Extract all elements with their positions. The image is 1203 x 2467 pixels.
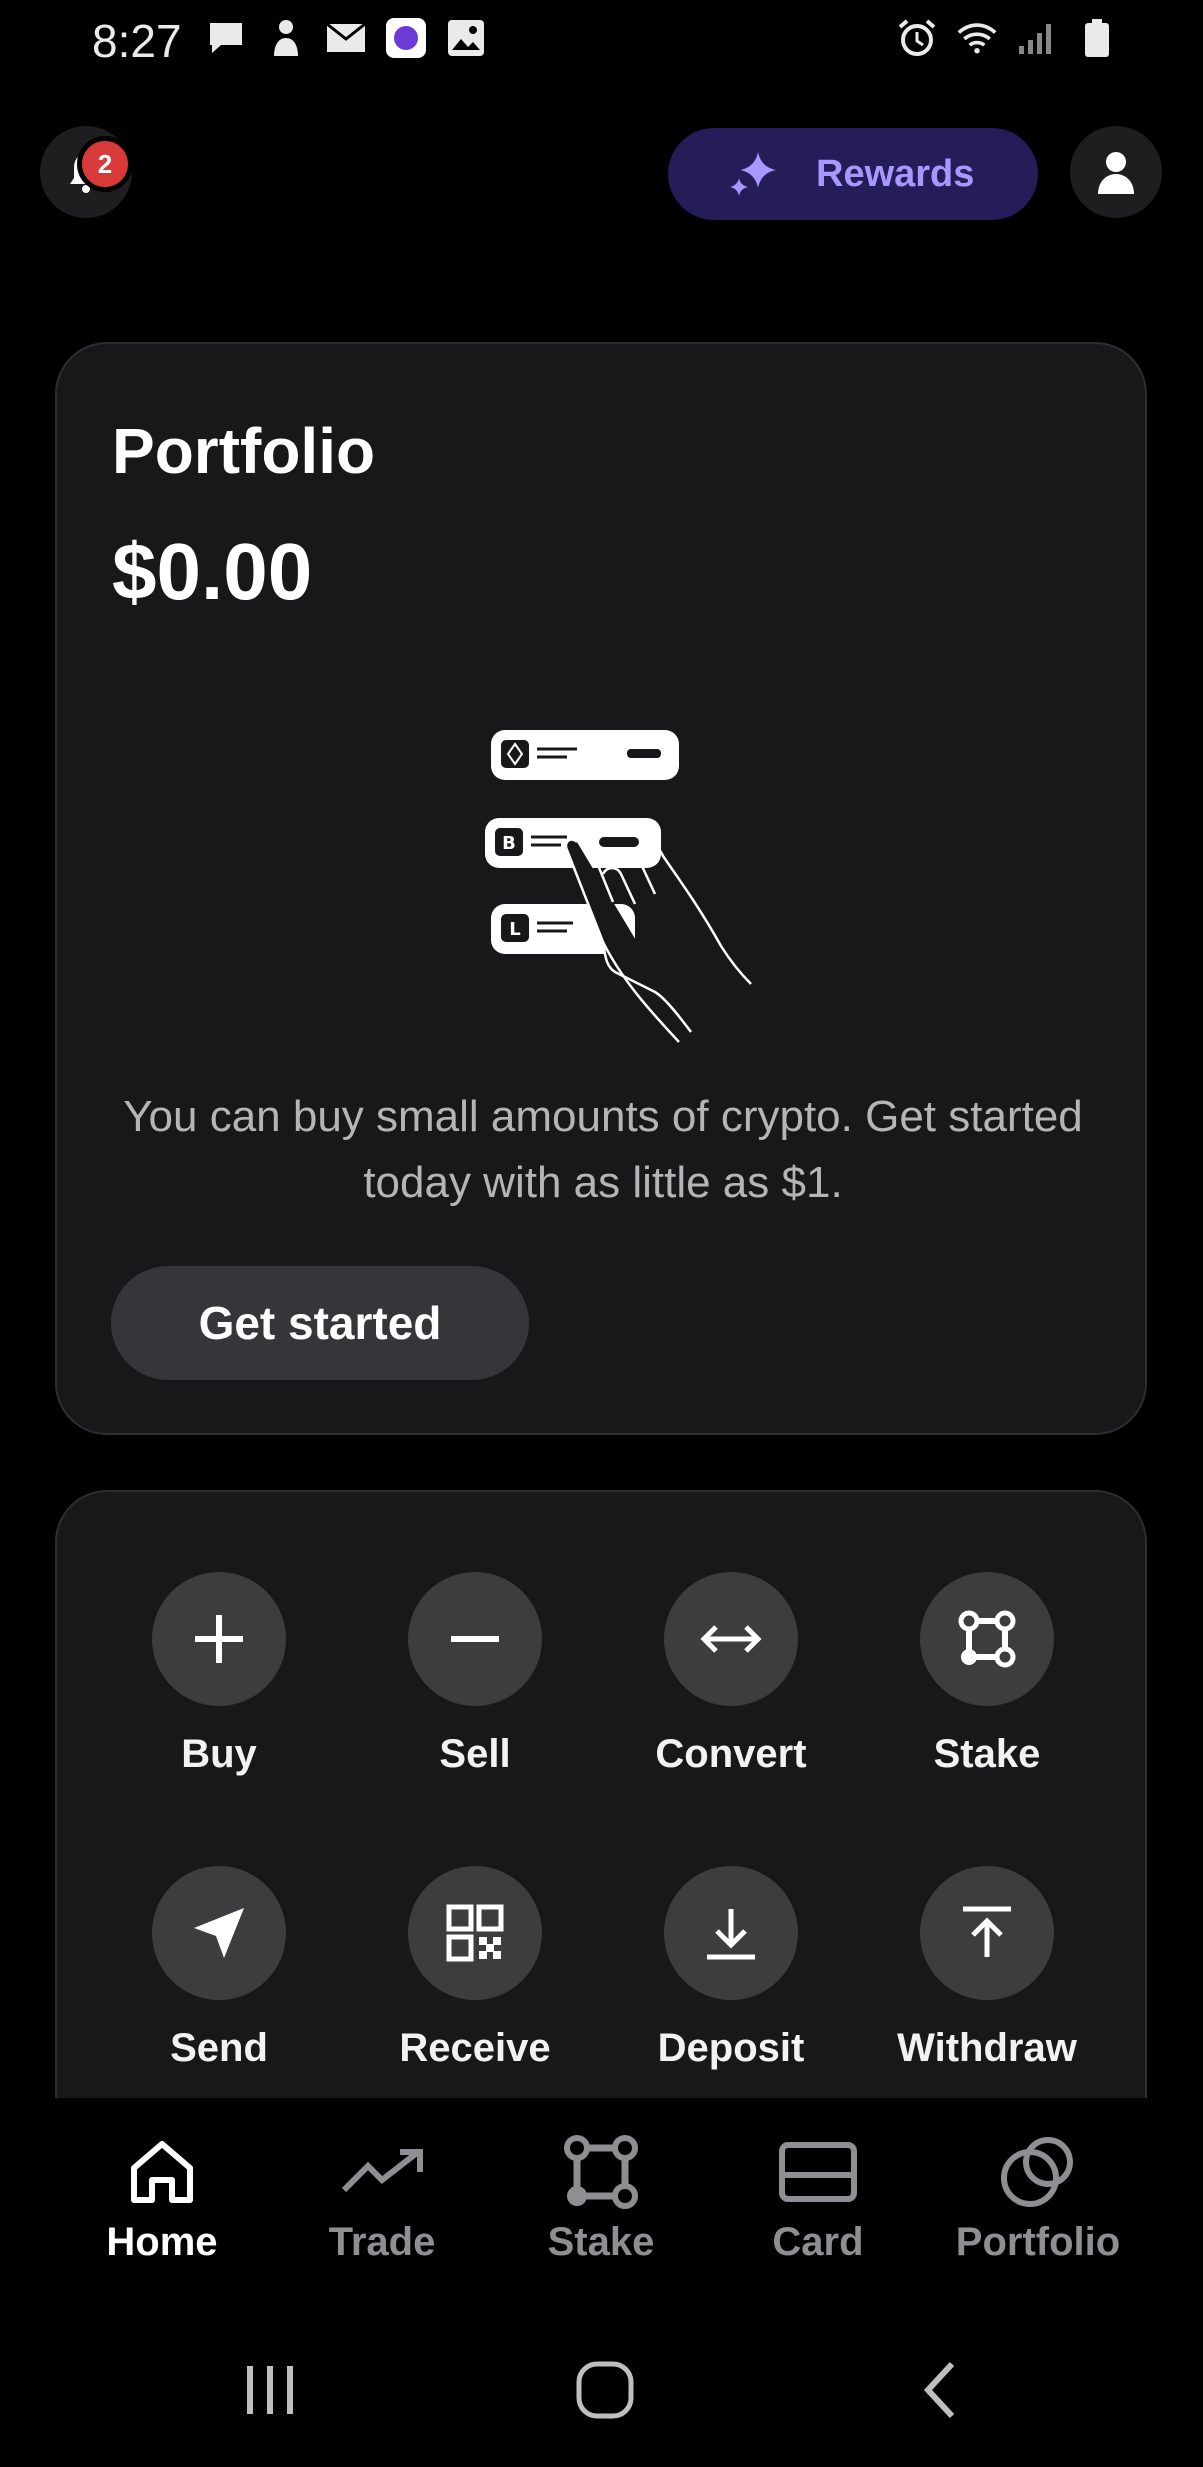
back-button[interactable]	[900, 2350, 980, 2430]
convert-label: Convert	[655, 1732, 807, 1776]
minus-icon	[451, 1636, 499, 1642]
qr-code-icon	[446, 1904, 504, 1962]
message-icon	[206, 18, 246, 58]
nav-home-label: Home	[106, 2220, 218, 2264]
deposit-action[interactable]: Deposit	[621, 1866, 841, 2071]
crypto-illustration: B L	[485, 730, 752, 1043]
card-icon	[779, 2142, 857, 2202]
convert-button[interactable]	[664, 1572, 798, 1706]
withdraw-button[interactable]	[920, 1866, 1054, 2000]
rewards-label: Rewards	[816, 152, 975, 195]
portfolio-message: You can buy small amounts of crypto. Get…	[123, 1092, 1083, 1207]
notification-badge: 2	[77, 136, 133, 192]
send-action[interactable]: Send	[109, 1866, 329, 2071]
receive-label: Receive	[399, 2026, 551, 2070]
status-time: 8:27	[92, 15, 182, 67]
buy-action[interactable]: Buy	[109, 1572, 329, 1777]
rewards-button[interactable]: Rewards	[668, 128, 1038, 220]
deposit-button[interactable]	[664, 1866, 798, 2000]
person-icon	[266, 18, 306, 58]
recent-apps-icon	[247, 2366, 293, 2414]
sell-button[interactable]	[408, 1572, 542, 1706]
alarm-icon	[897, 18, 937, 58]
buy-label: Buy	[181, 1732, 257, 1776]
portfolio-title: Portfolio	[112, 415, 376, 487]
nav-card[interactable]: Card	[708, 2132, 928, 2265]
stake-button[interactable]	[920, 1572, 1054, 1706]
withdraw-action[interactable]: Withdraw	[877, 1866, 1097, 2071]
signal-icon	[1017, 18, 1057, 58]
plus-icon	[195, 1615, 243, 1663]
send-icon	[194, 1908, 244, 1958]
buy-button[interactable]	[152, 1572, 286, 1706]
gallery-icon	[446, 18, 486, 58]
profile-button[interactable]	[1070, 126, 1162, 218]
nav-portfolio-label: Portfolio	[955, 2220, 1121, 2264]
battery-icon	[1077, 18, 1117, 58]
stake-icon	[564, 2135, 638, 2209]
bottom-nav: Home Trade Stake Card Portfolio	[0, 2098, 1203, 2288]
portfolio-value: $0.00	[112, 527, 313, 616]
stake-icon	[958, 1610, 1016, 1668]
nav-trade-label: Trade	[328, 2220, 436, 2264]
withdraw-label: Withdraw	[897, 2026, 1077, 2070]
trend-icon	[341, 2149, 423, 2193]
sell-label: Sell	[439, 1732, 511, 1776]
withdraw-icon	[963, 1906, 1011, 1957]
nav-portfolio[interactable]: Portfolio	[928, 2132, 1148, 2265]
stake-label: Stake	[933, 1732, 1041, 1776]
send-button[interactable]	[152, 1866, 286, 2000]
wifi-icon	[957, 18, 997, 58]
nav-stake-label: Stake	[547, 2220, 655, 2264]
nav-home[interactable]: Home	[52, 2132, 272, 2265]
receive-button[interactable]	[408, 1866, 542, 2000]
convert-action[interactable]: Convert	[621, 1572, 841, 1777]
send-label: Send	[170, 2026, 268, 2070]
portfolio-card: Portfolio $0.00 B L You can buy small am…	[55, 342, 1147, 1435]
stake-action[interactable]: Stake	[877, 1572, 1097, 1777]
sparkle-icon	[730, 152, 776, 196]
app-icon	[386, 18, 426, 58]
sell-action[interactable]: Sell	[365, 1572, 585, 1777]
nav-stake[interactable]: Stake	[491, 2132, 711, 2265]
mail-icon	[326, 18, 366, 58]
home-icon	[131, 2141, 193, 2203]
portfolio-icon	[1001, 2137, 1073, 2207]
user-icon	[1098, 152, 1134, 194]
system-nav-bar	[0, 2300, 1203, 2467]
status-bar: 8:27	[0, 0, 1203, 80]
svg-text:B: B	[502, 833, 516, 854]
home-circle-icon	[576, 2361, 634, 2419]
deposit-label: Deposit	[657, 2026, 805, 2070]
svg-text:L: L	[509, 919, 520, 940]
receive-action[interactable]: Receive	[365, 1866, 585, 2071]
back-icon	[923, 2361, 955, 2419]
nav-trade[interactable]: Trade	[272, 2132, 492, 2265]
nav-card-label: Card	[772, 2220, 864, 2264]
home-system-button[interactable]	[565, 2350, 645, 2430]
deposit-icon	[707, 1909, 755, 1960]
recent-apps-button[interactable]	[230, 2350, 310, 2430]
arrows-horizontal-icon	[700, 1625, 762, 1653]
get-started-button[interactable]: Get started	[111, 1266, 529, 1380]
